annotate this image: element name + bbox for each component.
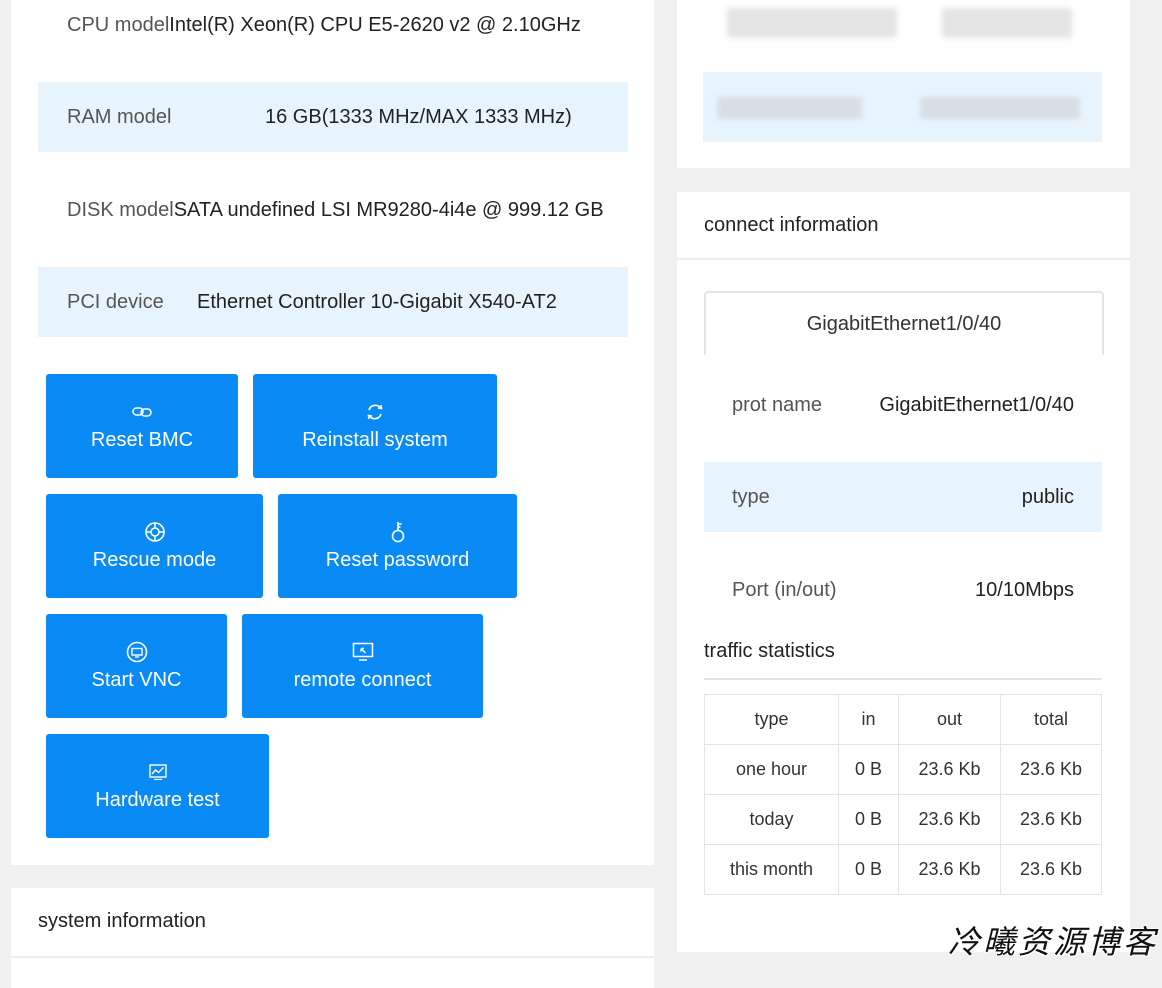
port-speed-label: Port (in/out) xyxy=(732,578,837,601)
chart-monitor-icon xyxy=(148,761,167,783)
link-icon xyxy=(132,401,152,423)
start-vnc-label: Start VNC xyxy=(91,668,182,691)
table-cell: one hour xyxy=(704,744,839,795)
remote-monitor-icon xyxy=(352,641,374,663)
table-cell: 0 B xyxy=(838,794,899,845)
disk-value: SATA undefined LSI MR9280-4i4e @ 999.12 … xyxy=(173,198,604,221)
cpu-value: Intel(R) Xeon(R) CPU E5-2620 v2 @ 2.10GH… xyxy=(169,13,581,36)
table-cell: 23.6 Kb xyxy=(1000,744,1102,795)
traffic-table: type in out total one hour 0 B 23.6 Kb 2… xyxy=(704,694,1102,895)
port-speed-value: 10/10Mbps xyxy=(975,578,1074,601)
column-header: total xyxy=(1000,694,1102,745)
table-cell: 0 B xyxy=(838,844,899,895)
reset-password-button[interactable]: Reset password xyxy=(278,494,517,598)
disk-label: DISK model xyxy=(67,198,174,221)
table-cell: 23.6 Kb xyxy=(898,844,1001,895)
ram-row: RAM model 16 GB(1333 MHz/MAX 1333 MHz) xyxy=(38,82,628,152)
redacted-block xyxy=(727,8,897,38)
cpu-label: CPU model xyxy=(67,13,170,36)
column-header: out xyxy=(898,694,1001,745)
rescue-mode-label: Rescue mode xyxy=(92,548,217,571)
system-information-title: system information xyxy=(38,910,206,932)
table-cell: 0 B xyxy=(838,744,899,795)
watermark-text: 冷曦资源博客 xyxy=(947,923,1158,961)
remote-connect-label: remote connect xyxy=(293,668,432,691)
pci-row: PCI device Ethernet Controller 10-Gigabit… xyxy=(38,267,628,337)
column-header: in xyxy=(838,694,899,745)
tab-port-label: GigabitEthernet1/0/40 xyxy=(806,312,1002,335)
column-header: type xyxy=(704,694,839,745)
remote-connect-button[interactable]: remote connect xyxy=(242,614,483,718)
ram-label: RAM model xyxy=(67,105,172,128)
reinstall-system-label: Reinstall system xyxy=(302,428,448,451)
port-type-row: type public xyxy=(704,462,1102,532)
port-speed-row: Port (in/out) 10/10Mbps xyxy=(704,555,1102,625)
connect-information-title: connect information xyxy=(704,214,879,236)
start-vnc-button[interactable]: Start VNC xyxy=(46,614,227,718)
table-cell: 23.6 Kb xyxy=(898,744,1001,795)
table-cell: 23.6 Kb xyxy=(898,794,1001,845)
lifebuoy-icon xyxy=(144,521,166,543)
traffic-statistics-title: traffic statistics xyxy=(704,640,835,662)
pci-label: PCI device xyxy=(67,290,164,313)
table-cell: today xyxy=(704,794,839,845)
tab-port[interactable]: GigabitEthernet1/0/40 xyxy=(704,291,1104,355)
port-type-label: type xyxy=(732,485,770,508)
rescue-mode-button[interactable]: Rescue mode xyxy=(46,494,263,598)
divider xyxy=(704,678,1102,680)
obscured-info-card xyxy=(677,0,1130,168)
key-icon xyxy=(390,521,406,543)
table-row: this month 0 B 23.6 Kb 23.6 Kb xyxy=(704,844,1102,895)
redacted-block xyxy=(942,8,1072,38)
reinstall-system-button[interactable]: Reinstall system xyxy=(253,374,497,478)
system-information-card: system information xyxy=(11,888,654,988)
reset-bmc-label: Reset BMC xyxy=(90,428,194,451)
port-name-value: GigabitEthernet1/0/40 xyxy=(879,393,1074,416)
table-row: today 0 B 23.6 Kb 23.6 Kb xyxy=(704,794,1102,845)
reset-password-label: Reset password xyxy=(325,548,470,571)
table-cell: 23.6 Kb xyxy=(1000,844,1102,895)
port-name-row: prot name GigabitEthernet1/0/40 xyxy=(704,370,1102,440)
hardware-test-label: Hardware test xyxy=(95,788,220,811)
table-row: one hour 0 B 23.6 Kb 23.6 Kb xyxy=(704,744,1102,795)
connect-information-card: connect information GigabitEthernet1/0/4… xyxy=(677,192,1130,952)
pci-value: Ethernet Controller 10-Gigabit X540-AT2 xyxy=(197,290,557,313)
table-cell: 23.6 Kb xyxy=(1000,794,1102,845)
refresh-icon xyxy=(365,401,385,423)
port-type-value: public xyxy=(1021,485,1074,508)
redacted-block xyxy=(920,97,1080,119)
ram-value: 16 GB(1333 MHz/MAX 1333 MHz) xyxy=(265,105,572,128)
table-cell: this month xyxy=(704,844,839,895)
reset-bmc-button[interactable]: Reset BMC xyxy=(46,374,238,478)
hardware-test-button[interactable]: Hardware test xyxy=(46,734,269,838)
redacted-block xyxy=(717,97,862,119)
vnc-icon xyxy=(126,641,148,663)
hardware-card: CPU model Intel(R) Xeon(R) CPU E5-2620 v2… xyxy=(11,0,654,865)
cpu-row: CPU model Intel(R) Xeon(R) CPU E5-2620 v2… xyxy=(38,0,628,60)
table-header-row: type in out total xyxy=(704,694,1102,745)
disk-row: DISK model SATA undefined LSI MR9280-4i4e… xyxy=(38,175,654,245)
port-name-label: prot name xyxy=(732,393,823,416)
divider xyxy=(677,258,1130,260)
divider xyxy=(11,956,654,958)
